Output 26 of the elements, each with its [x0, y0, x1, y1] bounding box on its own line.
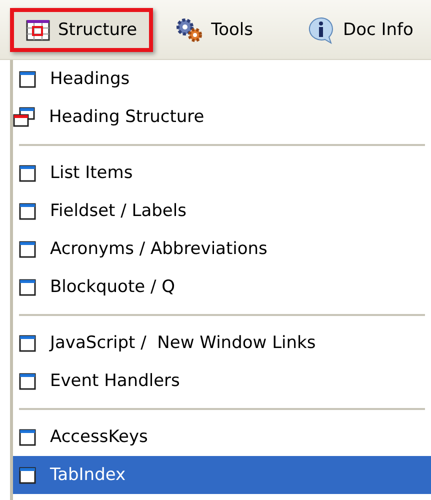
menu-item[interactable]: Blockquote / Q	[13, 268, 431, 306]
menu-item[interactable]: JavaScript / New Window Links	[13, 324, 431, 362]
window-icon	[19, 240, 36, 258]
toolbar-button[interactable]: Tools	[159, 8, 269, 52]
windows-icon	[13, 107, 35, 127]
menu-item[interactable]: TabIndex	[13, 456, 431, 494]
menu-item[interactable]: AccessKeys	[13, 418, 431, 456]
window-icon	[19, 466, 36, 484]
window-icon	[19, 372, 36, 390]
menu-item[interactable]: List Items	[13, 154, 431, 192]
menu-item[interactable]: Headings	[13, 60, 431, 98]
info-icon	[306, 16, 335, 44]
grid-icon	[26, 18, 50, 40]
window-icon	[19, 428, 36, 446]
window-icon	[19, 278, 36, 296]
toolbar-button[interactable]: Doc Info	[290, 8, 430, 52]
menu-item[interactable]: Acronyms / Abbreviations	[13, 230, 431, 268]
menu-item[interactable]: Heading Structure	[13, 98, 431, 136]
window-icon	[19, 334, 36, 352]
window-icon	[19, 164, 36, 182]
menu-item[interactable]: Event Handlers	[13, 362, 431, 400]
window-icon	[19, 70, 36, 88]
menu-item[interactable]: Fieldset / Labels	[13, 192, 431, 230]
gears-icon	[175, 16, 204, 42]
window-icon	[19, 202, 36, 220]
toolbar-button[interactable]: Structure	[10, 8, 154, 52]
